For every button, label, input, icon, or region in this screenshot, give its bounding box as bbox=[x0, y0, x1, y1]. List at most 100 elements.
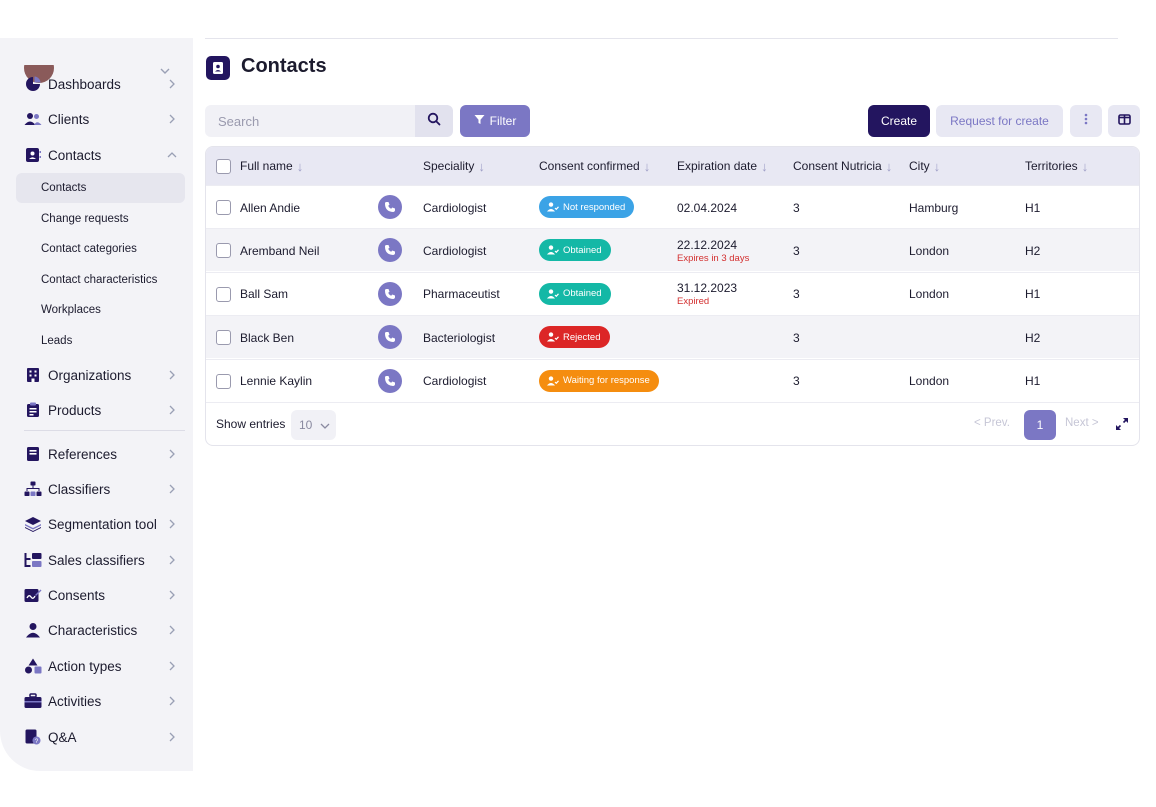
consent-status-badge: Not responded bbox=[539, 196, 635, 218]
sort-arrow-icon: ↓ bbox=[885, 158, 893, 174]
sidebar-item-label: Clients bbox=[48, 111, 90, 127]
hierarchy-icon bbox=[24, 480, 42, 498]
phone-icon bbox=[384, 375, 396, 387]
sidebar-item-consents[interactable]: Consents bbox=[0, 580, 193, 610]
filter-button[interactable]: Filter bbox=[460, 105, 530, 137]
entries-per-page-select[interactable]: 10 bbox=[291, 410, 336, 440]
sidebar-subitem-contacts[interactable]: Contacts bbox=[16, 173, 185, 203]
sidebar-item-action-types[interactable]: Action types bbox=[0, 651, 193, 681]
contact-card-icon bbox=[24, 146, 42, 164]
chevron-right-icon bbox=[166, 448, 178, 460]
select-all-checkbox[interactable] bbox=[216, 159, 231, 174]
sidebar-item-classifiers[interactable]: Classifiers bbox=[0, 474, 193, 504]
page-title: Contacts bbox=[241, 55, 327, 77]
sidebar-item-activities[interactable]: Activities bbox=[0, 686, 193, 716]
sidebar-subitem-contact-categories[interactable]: Contact categories bbox=[16, 234, 185, 264]
sidebar-item-segmentation-tool[interactable]: Segmentation tool bbox=[0, 509, 193, 539]
phone-call-button[interactable] bbox=[378, 281, 402, 306]
chevron-right-icon bbox=[166, 369, 178, 381]
columns-button[interactable] bbox=[1108, 105, 1140, 137]
chevron-right-icon bbox=[166, 518, 178, 530]
sidebar-subitem-contact-characteristics[interactable]: Contact characteristics bbox=[16, 265, 185, 295]
filter-label: Filter bbox=[489, 114, 517, 128]
sidebar-item-label: Segmentation tool bbox=[48, 516, 157, 532]
sidebar-item-organizations[interactable]: Organizations bbox=[0, 360, 193, 390]
table-row[interactable]: Allen Andie Cardiologist Not responded 02.0… bbox=[206, 185, 1139, 229]
consent-status-badge: Obtained bbox=[539, 282, 611, 305]
signature-icon bbox=[24, 586, 42, 604]
phone-call-button[interactable] bbox=[378, 325, 402, 350]
contact-name[interactable]: Black Ben bbox=[240, 316, 294, 359]
column-full-name[interactable]: Full name ↓ bbox=[240, 147, 303, 185]
consent-nutricia: 3 bbox=[793, 330, 800, 345]
expand-icon[interactable] bbox=[1113, 415, 1131, 433]
row-checkbox[interactable] bbox=[216, 330, 231, 346]
speciality: Pharmaceutist bbox=[423, 287, 500, 302]
sidebar-item-sales-classifiers[interactable]: Sales classifiers bbox=[0, 545, 193, 575]
contact-name[interactable]: Lennie Kaylin bbox=[240, 360, 312, 403]
row-checkbox[interactable] bbox=[216, 243, 231, 259]
sidebar-item-references[interactable]: References bbox=[0, 439, 193, 469]
row-checkbox[interactable] bbox=[216, 286, 231, 302]
vertical-dots-icon bbox=[1084, 112, 1088, 130]
sidebar-item-label: Characteristics bbox=[48, 622, 138, 638]
sidebar-item-label: Consents bbox=[48, 587, 106, 603]
folders-icon bbox=[24, 551, 42, 569]
table-row[interactable]: Black Ben Bacteriologist Rejected 3 H2 bbox=[206, 315, 1139, 359]
column-city[interactable]: City ↓ bbox=[909, 147, 940, 185]
chevron-right-icon bbox=[166, 78, 178, 90]
expiration-note: Expired bbox=[677, 296, 710, 308]
sidebar-item-characteristics[interactable]: Characteristics bbox=[0, 615, 193, 645]
clipboard-icon bbox=[24, 401, 42, 419]
building-icon bbox=[24, 366, 42, 384]
contact-name[interactable]: Ball Sam bbox=[240, 273, 288, 316]
next-page-button[interactable]: Next > bbox=[1065, 417, 1099, 429]
search-button[interactable] bbox=[415, 105, 453, 137]
user-x-icon bbox=[547, 332, 559, 342]
person-icon bbox=[24, 621, 42, 639]
create-button[interactable]: Create bbox=[868, 105, 930, 137]
sidebar-item-label: References bbox=[48, 446, 118, 462]
sidebar-subitem-leads[interactable]: Leads bbox=[16, 326, 185, 356]
search-input[interactable] bbox=[205, 105, 415, 137]
contact-name[interactable]: Allen Andie bbox=[240, 186, 300, 229]
sidebar-item-dashboards[interactable]: Dashboards bbox=[0, 69, 193, 99]
phone-call-button[interactable] bbox=[378, 238, 402, 263]
sidebar-item-q-a[interactable]: ? Q&A bbox=[0, 722, 193, 752]
consent-nutricia: 3 bbox=[793, 200, 800, 215]
city: London bbox=[909, 287, 950, 302]
sidebar-subitem-change-requests[interactable]: Change requests bbox=[16, 204, 185, 234]
page-button-current[interactable]: 1 bbox=[1024, 410, 1056, 440]
sidebar-subitem-workplaces[interactable]: Workplaces bbox=[16, 295, 185, 325]
sidebar-item-label: Organizations bbox=[48, 367, 132, 383]
sidebar-item-clients[interactable]: Clients bbox=[0, 104, 193, 134]
users-icon bbox=[24, 110, 42, 128]
sort-arrow-icon: ↓ bbox=[933, 158, 941, 174]
sort-arrow-icon: ↓ bbox=[1081, 158, 1089, 174]
column-consent-nutricia[interactable]: Consent Nutricia ↓ bbox=[793, 147, 892, 185]
contact-name[interactable]: Aremband Neil bbox=[240, 229, 319, 272]
phone-call-button[interactable] bbox=[378, 368, 402, 393]
row-checkbox[interactable] bbox=[216, 373, 231, 389]
sort-arrow-icon: ↓ bbox=[643, 158, 651, 174]
show-entries-label: Show entries bbox=[216, 417, 286, 431]
sidebar-item-contacts[interactable]: Contacts bbox=[0, 140, 193, 170]
consent-status-badge: Obtained bbox=[539, 239, 611, 262]
table-row[interactable]: Lennie Kaylin Cardiologist Waiting for res… bbox=[206, 358, 1139, 403]
table-row[interactable]: Ball Sam Pharmaceutist Obtained 31.12.2023 E… bbox=[206, 271, 1139, 316]
city: London bbox=[909, 243, 950, 258]
row-checkbox[interactable] bbox=[216, 200, 231, 215]
column-expiration-date[interactable]: Expiration date ↓ bbox=[677, 147, 768, 185]
table-row[interactable]: Aremband Neil Cardiologist Obtained 22.12.2… bbox=[206, 228, 1139, 272]
territory: H2 bbox=[1025, 243, 1041, 258]
phone-call-button[interactable] bbox=[378, 195, 402, 219]
chevron-right-icon bbox=[166, 554, 178, 566]
column-territories[interactable]: Territories ↓ bbox=[1025, 147, 1088, 185]
request-for-create-button[interactable]: Request for create bbox=[936, 105, 1063, 137]
prev-page-button[interactable]: < Prev. bbox=[974, 417, 1010, 429]
column-speciality[interactable]: Speciality ↓ bbox=[423, 147, 485, 185]
user-check-icon bbox=[547, 245, 559, 255]
more-options-button[interactable] bbox=[1070, 105, 1102, 137]
sidebar-item-products[interactable]: Products bbox=[0, 395, 193, 425]
column-consent-confirmed[interactable]: Consent confirmed ↓ bbox=[539, 147, 650, 185]
